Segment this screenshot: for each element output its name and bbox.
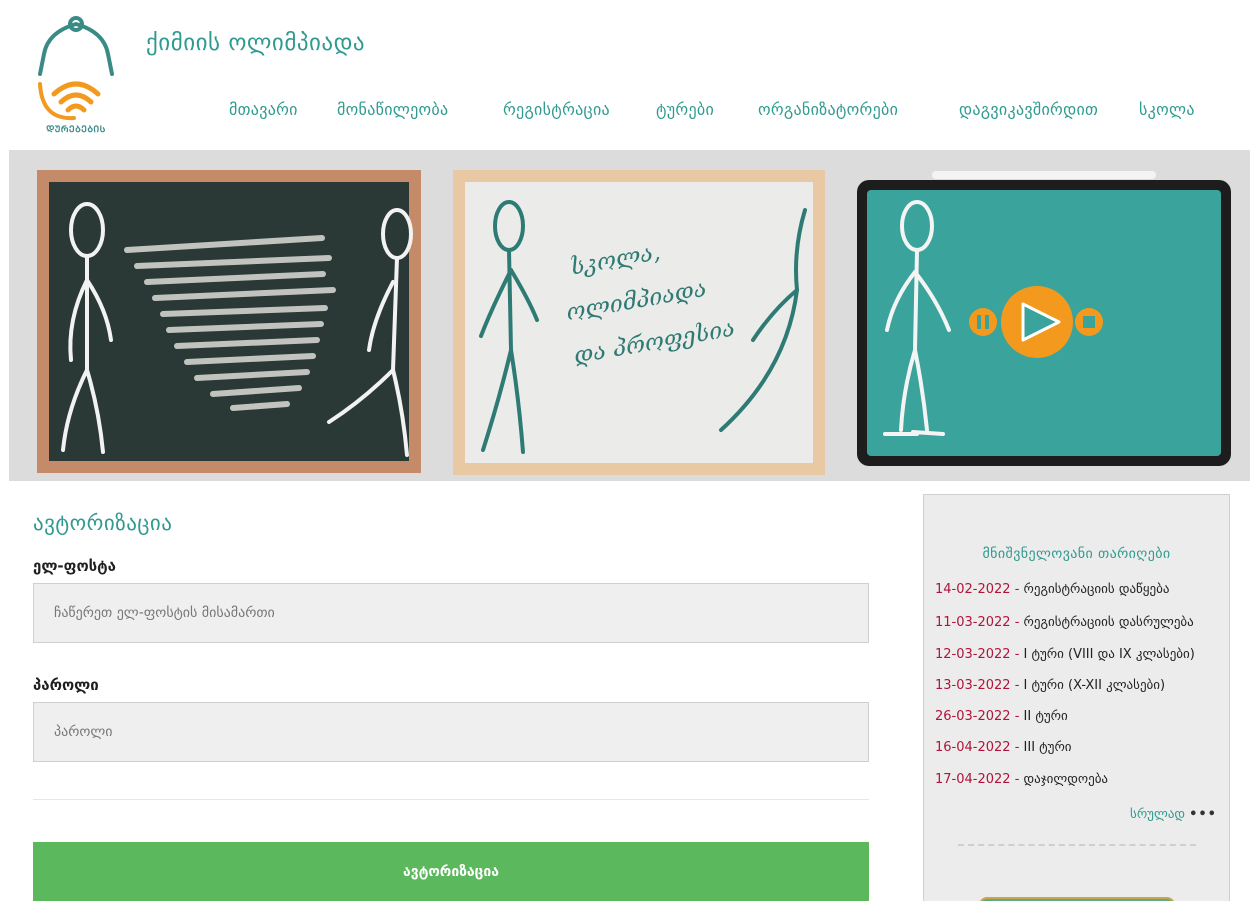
dashed-divider — [958, 844, 1196, 846]
date-row: 26-03-2022 - II ტური — [935, 709, 1068, 724]
email-label: ელ-ფოსტა — [33, 557, 116, 575]
nav-item-school[interactable]: სკოლა — [1139, 100, 1195, 119]
play-icon[interactable] — [1001, 286, 1073, 358]
stylus-pen — [932, 171, 1156, 179]
date-row: 16-04-2022 - III ტური — [935, 740, 1072, 755]
date-value: 13-03-2022 — [935, 678, 1011, 693]
blackboard-drawing — [61, 202, 413, 457]
important-dates-panel: მნიშვნელოვანი თარიღები 14-02-2022 - რეგი… — [923, 494, 1230, 901]
date-value: 12-03-2022 — [935, 647, 1011, 662]
nav-item-home[interactable]: მთავარი — [229, 100, 298, 119]
date-event: I ტური (VIII და IX კლასები) — [1023, 647, 1195, 662]
site-header: ᲓᲣᲠᲔᲑᲔᲑᲘᲡ ქიმიის ოლიმპიადა მთავარი მონაწ… — [0, 0, 1250, 150]
important-dates-title: მნიშვნელოვანი თარიღები — [982, 546, 1171, 562]
view-all-dates-link[interactable]: სრულად ••• — [1130, 807, 1217, 822]
nav-item-rounds[interactable]: ტურები — [656, 100, 714, 119]
main-nav: მთავარი მონაწილეობა რეგისტრაცია ტურები ო… — [0, 100, 1250, 124]
date-event: II ტური — [1023, 709, 1068, 724]
date-value: 14-02-2022 — [935, 582, 1011, 597]
nav-item-organizers[interactable]: ორგანიზატორები — [758, 100, 898, 119]
login-button[interactable]: ავტორიზაცია — [33, 842, 869, 901]
more-dots-icon: ••• — [1189, 807, 1217, 822]
hero-banner: სკოლა, ოლიმპიადა და პროფესია — [9, 150, 1250, 481]
view-all-label: სრულად — [1130, 807, 1186, 822]
nav-item-registration[interactable]: რეგისტრაცია — [503, 100, 610, 119]
date-row: 13-03-2022 - I ტური (X-XII კლასები) — [935, 678, 1166, 693]
date-value: 16-04-2022 — [935, 740, 1011, 755]
date-row: 14-02-2022 - რეგისტრაციის დაწყება — [935, 582, 1170, 597]
date-row: 12-03-2022 - I ტური (VIII და IX კლასები) — [935, 647, 1195, 662]
date-event: III ტური — [1023, 740, 1072, 755]
tablet-illustration — [857, 180, 1231, 466]
email-field[interactable] — [33, 583, 869, 643]
form-divider — [33, 799, 869, 800]
password-label: პაროლი — [33, 676, 99, 694]
date-event: რეგისტრაციის დასრულება — [1023, 615, 1194, 630]
date-value: 11-03-2022 — [935, 615, 1011, 630]
password-field[interactable] — [33, 702, 869, 762]
blackboard-illustration — [37, 170, 421, 473]
media-controls — [969, 286, 1103, 358]
nav-item-contact[interactable]: დაგვიკავშირდით — [959, 100, 1098, 119]
sidebar-button[interactable] — [979, 897, 1175, 901]
pause-icon[interactable] — [969, 308, 997, 336]
date-value: 17-04-2022 — [935, 772, 1011, 787]
stop-icon[interactable] — [1075, 308, 1103, 336]
date-event: I ტური (X-XII კლასები) — [1023, 678, 1166, 693]
date-event: დაჯილდოება — [1023, 772, 1109, 787]
nav-item-participation[interactable]: მონაწილეობა — [337, 100, 448, 119]
whiteboard-illustration: სკოლა, ოლიმპიადა და პროფესია — [453, 170, 825, 475]
auth-title: ავტორიზაცია — [33, 511, 173, 535]
date-event: რეგისტრაციის დაწყება — [1023, 582, 1170, 597]
date-value: 26-03-2022 — [935, 709, 1011, 724]
date-row: 11-03-2022 - რეგისტრაციის დასრულება — [935, 615, 1194, 630]
date-row: 17-04-2022 - დაჯილდოება — [935, 772, 1109, 787]
site-title[interactable]: ქიმიის ოლიმპიადა — [146, 30, 365, 56]
